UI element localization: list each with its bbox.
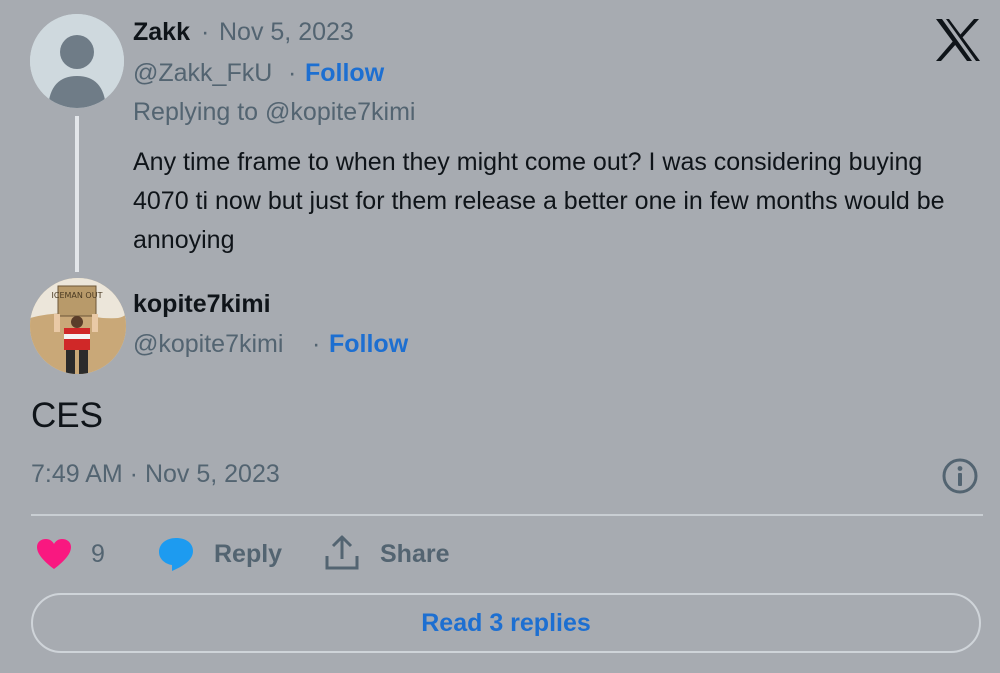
replying-to-line: Replying to @kopite7kimi <box>133 98 415 127</box>
main-author-handle[interactable]: @kopite7kimi <box>133 330 283 359</box>
reply-bubble-icon[interactable] <box>157 536 195 572</box>
replying-to-prefix: Replying to <box>133 98 259 126</box>
main-author-name[interactable]: kopite7kimi <box>133 290 271 319</box>
share-button[interactable]: Share <box>380 540 449 569</box>
reply-button[interactable]: Reply <box>214 540 282 569</box>
share-icon[interactable] <box>324 534 360 572</box>
kopite7kimi-avatar[interactable]: ICEMAN OUT <box>30 278 126 374</box>
person-silhouette-icon <box>30 14 124 108</box>
read-replies-button[interactable]: Read 3 replies <box>31 593 981 653</box>
parent-author-handle[interactable]: @Zakk_FkU <box>133 59 272 88</box>
divider <box>31 514 983 516</box>
info-icon[interactable] <box>941 457 979 495</box>
separator-dot: · <box>312 330 321 358</box>
avatar-photo: ICEMAN OUT <box>30 278 126 374</box>
thread-connector-line <box>75 116 79 272</box>
main-tweet-text: CES <box>31 396 103 435</box>
default-avatar[interactable] <box>30 14 124 108</box>
main-follow-link[interactable]: Follow <box>329 330 408 359</box>
parent-author-name[interactable]: Zakk <box>133 18 190 47</box>
parent-date[interactable]: Nov 5, 2023 <box>219 18 354 47</box>
heart-icon[interactable] <box>36 538 72 570</box>
tweet-timestamp[interactable]: 7:49 AM · Nov 5, 2023 <box>31 460 280 489</box>
like-count[interactable]: 9 <box>91 540 105 569</box>
parent-follow-link[interactable]: Follow <box>305 59 384 88</box>
parent-tweet-text: Any time frame to when they might come o… <box>133 148 945 254</box>
separator-dot: · <box>288 59 297 87</box>
separator-dot: · <box>201 18 210 46</box>
avatar-sign-text: ICEMAN OUT <box>52 291 103 300</box>
x-logo-icon[interactable] <box>934 18 982 62</box>
replying-to-handle[interactable]: @kopite7kimi <box>265 98 415 126</box>
